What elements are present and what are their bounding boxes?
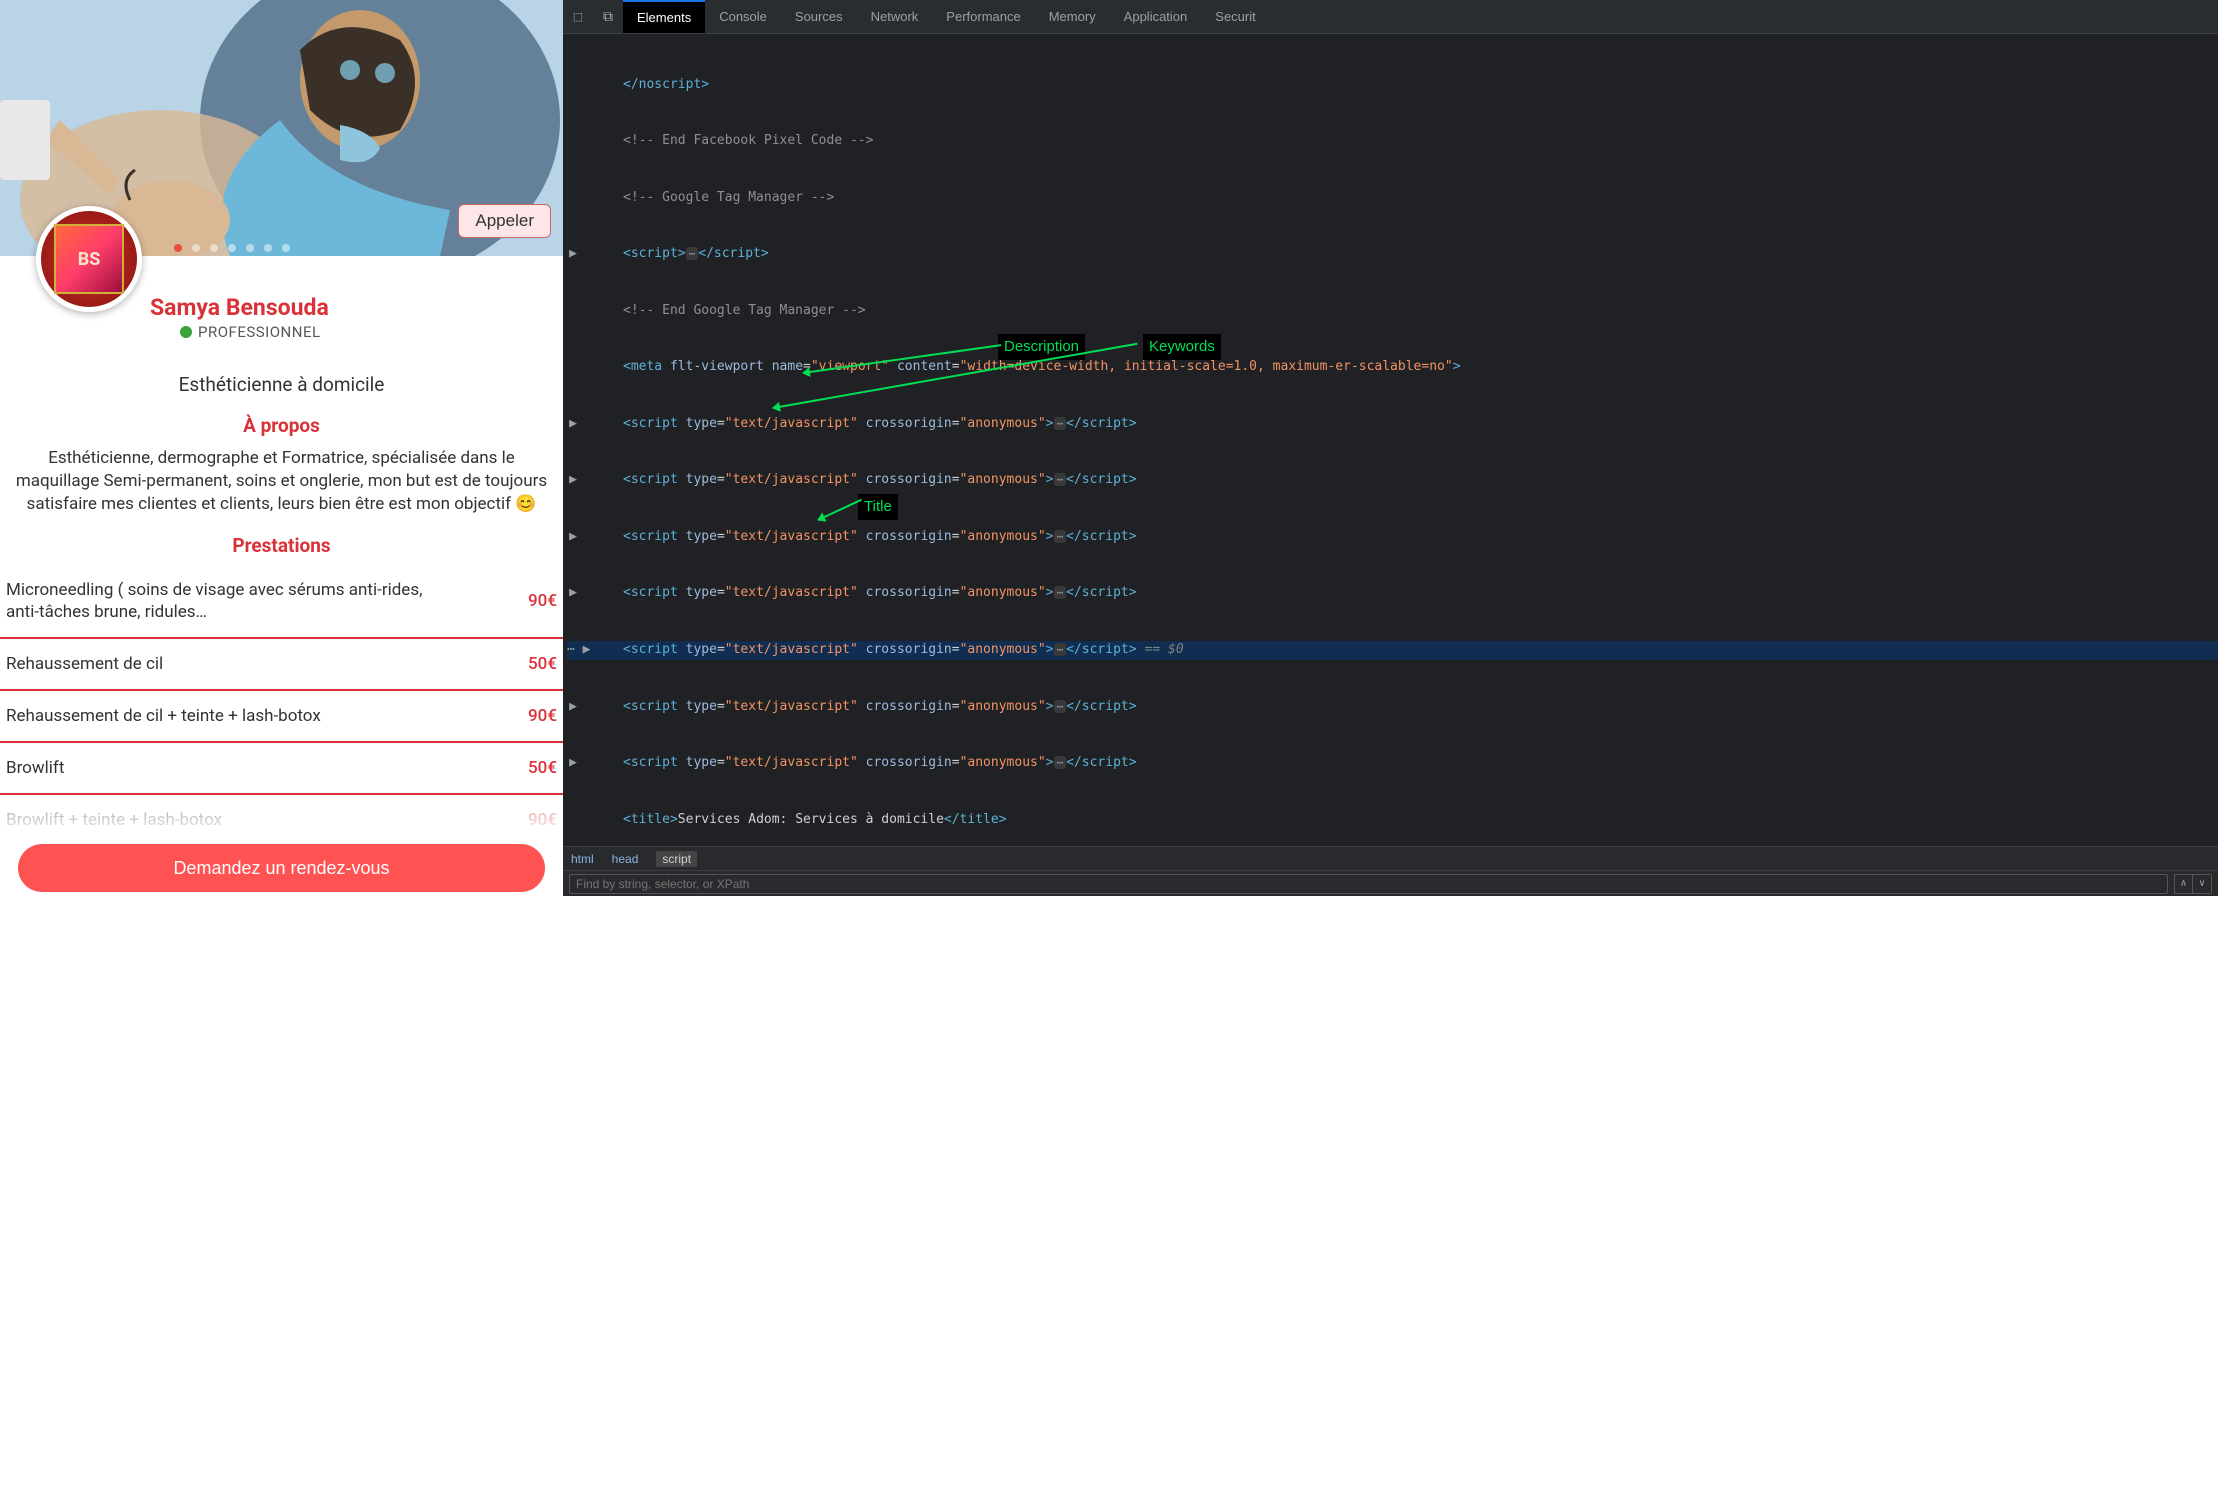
devtools-tabs: ⬚ ⧉ Elements Console Sources Network Per… [563, 0, 2218, 34]
service-row[interactable]: Rehaussement de cil + teinte + lash-boto… [0, 691, 563, 743]
cta-button[interactable]: Demandez un rendez-vous [18, 844, 545, 892]
dom-tree[interactable]: </noscript> <!-- End Facebook Pixel Code… [563, 34, 2218, 846]
service-name: Microneedling ( soins de visage avec sér… [6, 579, 446, 623]
tab-network[interactable]: Network [857, 0, 933, 33]
device-toggle-icon[interactable]: ⧉ [593, 9, 623, 25]
service-price: 50€ [528, 758, 557, 778]
fade-overlay [0, 810, 563, 840]
service-row[interactable]: Browlift 50€ [0, 743, 563, 795]
dom-node[interactable]: <title>Services Adom: Services à domicil… [623, 811, 1007, 830]
tab-elements[interactable]: Elements [623, 0, 705, 33]
tab-console[interactable]: Console [705, 0, 781, 33]
dom-comment[interactable]: <!-- End Facebook Pixel Code --> [623, 132, 873, 151]
online-indicator-icon [180, 326, 192, 338]
profile-subtitle: Esthéticienne à domicile [0, 341, 563, 396]
tab-sources[interactable]: Sources [781, 0, 857, 33]
dom-node[interactable]: <script type="text/javascript" crossorig… [623, 754, 1137, 773]
service-name: Browlift [6, 757, 64, 779]
dom-node[interactable]: <script type="text/javascript" crossorig… [623, 528, 1137, 547]
service-price: 90€ [528, 706, 557, 726]
dom-node[interactable]: <script type="text/javascript" crossorig… [623, 415, 1137, 434]
dom-node[interactable]: </noscript> [623, 76, 709, 95]
tab-security[interactable]: Securit [1201, 0, 1269, 33]
service-list: Microneedling ( soins de visage avec sér… [0, 557, 563, 846]
service-price: 90€ [528, 591, 557, 611]
tab-performance[interactable]: Performance [932, 0, 1034, 33]
avatar[interactable]: BS [36, 206, 142, 312]
breadcrumb-item[interactable]: head [612, 852, 639, 866]
find-next-icon[interactable]: ∨ [2193, 875, 2211, 893]
breadcrumb-item[interactable]: html [571, 852, 594, 866]
avatar-initials: BS [54, 224, 124, 294]
dom-comment[interactable]: <!-- Google Tag Manager --> [623, 189, 834, 208]
find-bar: ∧ ∨ [563, 870, 2218, 896]
main-container: Appeler BS Samya Bensouda PROFESSIONNEL … [0, 0, 2218, 896]
service-name: Rehaussement de cil [6, 653, 163, 675]
inspect-icon[interactable]: ⬚ [563, 9, 593, 25]
professional-label: PROFESSIONNEL [198, 323, 321, 341]
profile-name: Samya Bensouda [150, 294, 563, 321]
service-row[interactable]: Rehaussement de cil 50€ [0, 639, 563, 691]
find-nav: ∧ ∨ [2174, 874, 2212, 894]
tab-application[interactable]: Application [1110, 0, 1202, 33]
selected-indicator: == $0 [1137, 641, 1184, 660]
breadcrumb: html head script [563, 846, 2218, 870]
service-name: Rehaussement de cil + teinte + lash-boto… [6, 705, 321, 727]
service-row[interactable]: Microneedling ( soins de visage avec sér… [0, 565, 563, 639]
dom-comment[interactable]: <!-- End Google Tag Manager --> [623, 302, 866, 321]
service-price: 50€ [528, 654, 557, 674]
carousel-dots[interactable] [174, 244, 290, 252]
find-input[interactable] [569, 874, 2168, 894]
dom-node[interactable]: <script type="text/javascript" crossorig… [623, 471, 1137, 490]
annotation-keywords: Keywords [1143, 334, 1221, 360]
breadcrumb-item[interactable]: script [656, 851, 697, 867]
annotation-title: Title [858, 494, 898, 520]
about-text: Esthéticienne, dermographe et Formatrice… [0, 437, 563, 516]
tab-memory[interactable]: Memory [1035, 0, 1110, 33]
dom-node[interactable]: <script type="text/javascript" crossorig… [623, 698, 1137, 717]
arrow-icon [818, 499, 862, 521]
app-panel: Appeler BS Samya Bensouda PROFESSIONNEL … [0, 0, 563, 896]
dom-node-selected[interactable]: <script type="text/javascript" crossorig… [623, 641, 1137, 660]
dom-node[interactable]: <script type="text/javascript" crossorig… [623, 584, 1137, 603]
call-button[interactable]: Appeler [458, 204, 551, 238]
services-heading: Prestations [0, 516, 563, 557]
dom-node[interactable]: <script>⋯</script> [623, 245, 769, 264]
find-prev-icon[interactable]: ∧ [2175, 875, 2193, 893]
about-heading: À propos [0, 396, 563, 437]
profile-status: PROFESSIONNEL [150, 321, 563, 341]
devtools-panel: ⬚ ⧉ Elements Console Sources Network Per… [563, 0, 2218, 896]
